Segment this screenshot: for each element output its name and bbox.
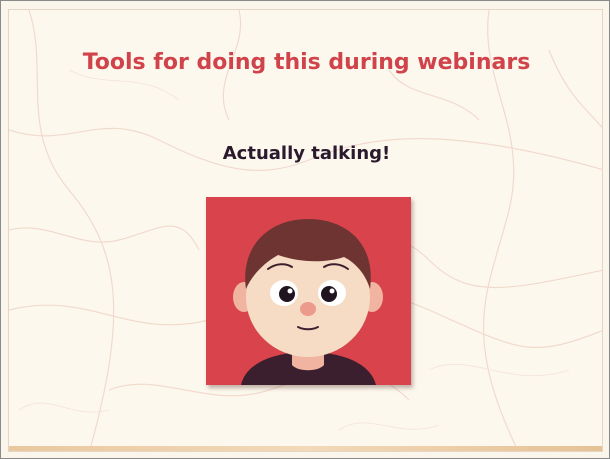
- slide-frame: Tools for doing this during webinars Act…: [8, 9, 603, 452]
- bottom-accent-strip: [9, 446, 602, 451]
- person-avatar-icon: [206, 197, 411, 385]
- slide: Tools for doing this during webinars Act…: [0, 0, 610, 459]
- slide-title: Tools for doing this during webinars: [82, 50, 531, 75]
- slide-subtitle: Actually talking!: [222, 143, 391, 164]
